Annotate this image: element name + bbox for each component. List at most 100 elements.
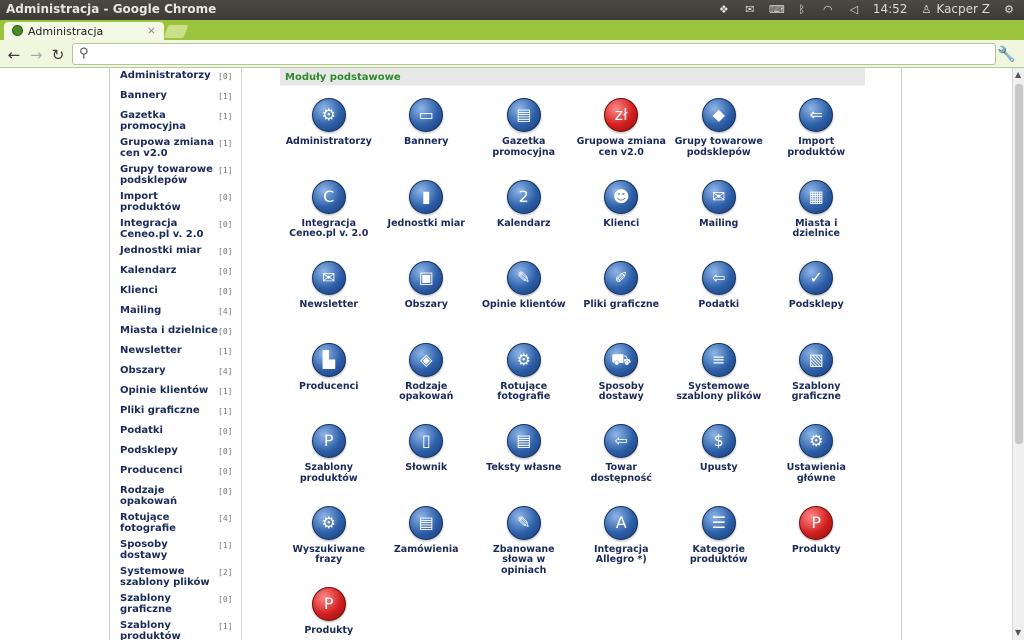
sidebar-item[interactable]: Gazetka promocyjna [1] bbox=[110, 108, 241, 135]
module-tile[interactable]: $ Upusty bbox=[670, 412, 768, 494]
module-tile[interactable]: ▤ Gazetka promocyjna bbox=[475, 86, 573, 168]
sidebar-item[interactable]: Miasta i dzielnice [0] bbox=[110, 323, 241, 343]
module-label[interactable]: Administratorzy bbox=[280, 136, 378, 148]
sidebar-item[interactable]: Administratorzy [0] bbox=[110, 68, 241, 88]
forward-icon[interactable]: → bbox=[27, 46, 45, 64]
browser-tab[interactable]: Administracja × bbox=[4, 22, 164, 40]
sidebar-item[interactable]: Obszary [4] bbox=[110, 363, 241, 383]
import-icon[interactable]: ⇐ bbox=[799, 98, 834, 132]
sidebar-item[interactable]: Szablony produktów [1] bbox=[110, 618, 241, 640]
sidebar-item-label[interactable]: Sposoby dostawy bbox=[120, 539, 218, 561]
sidebar-item-label[interactable]: Szablony graficzne bbox=[120, 593, 218, 615]
module-label[interactable]: Producenci bbox=[280, 381, 378, 393]
sidebar-item[interactable]: Opinie klientów [1] bbox=[110, 383, 241, 403]
module-tile[interactable]: ▙ Producenci bbox=[280, 331, 378, 413]
address-bar[interactable]: ⚲ bbox=[72, 43, 996, 65]
sidebar-item-label[interactable]: Mailing bbox=[120, 305, 218, 320]
user-name[interactable]: Kacper Z bbox=[936, 2, 990, 16]
module-label[interactable]: Zbanowane słowa w opiniach bbox=[475, 544, 573, 577]
sidebar-item[interactable]: Pliki graficzne [1] bbox=[110, 403, 241, 423]
sidebar-item-label[interactable]: Klienci bbox=[120, 285, 218, 300]
module-label[interactable]: Podsklepy bbox=[768, 299, 866, 311]
wifi-icon[interactable]: ◠ bbox=[821, 3, 835, 16]
sidebar-item-label[interactable]: Opinie klientów bbox=[120, 385, 218, 400]
scroll-up-icon[interactable]: ▲ bbox=[1015, 70, 1021, 79]
clients-icon[interactable]: ☻ bbox=[604, 179, 639, 214]
mail-icon[interactable]: ✉ bbox=[743, 3, 757, 16]
taxes-icon[interactable]: ⇦ bbox=[701, 261, 736, 295]
module-tile[interactable]: ✓ Podsklepy bbox=[768, 249, 866, 331]
sidebar-item[interactable]: Systemowe szablony plików [2] bbox=[110, 564, 241, 591]
module-tile[interactable]: ◆ Grupy towarowe podsklepów bbox=[670, 86, 768, 168]
sidebar-item[interactable]: Integracja Ceneo.pl v. 2.0 [0] bbox=[110, 216, 241, 243]
sidebar-item[interactable]: Kalendarz [0] bbox=[110, 263, 241, 283]
sidebar-item[interactable]: Podsklepy [0] bbox=[110, 443, 241, 463]
module-tile[interactable]: P Produkty bbox=[768, 494, 866, 576]
delivery-icon[interactable]: ⛟ bbox=[604, 342, 639, 377]
scroll-down-icon[interactable]: ▼ bbox=[1015, 628, 1021, 637]
calendar-icon[interactable]: 2 bbox=[506, 179, 541, 214]
bluetooth-icon[interactable]: ᛒ bbox=[795, 3, 809, 16]
sidebar-item[interactable]: Klienci [0] bbox=[110, 283, 241, 303]
sidebar-item-label[interactable]: Obszary bbox=[120, 365, 218, 380]
sidebar-item-label[interactable]: Import produktów bbox=[120, 191, 218, 213]
module-label[interactable]: Import produktów bbox=[768, 136, 866, 158]
module-label[interactable]: Systemowe szablony plików bbox=[670, 381, 768, 403]
module-tile[interactable]: ▭ Bannery bbox=[378, 86, 476, 168]
module-tile[interactable]: ✎ Opinie klientów bbox=[475, 249, 573, 331]
sidebar-item-label[interactable]: Kalendarz bbox=[120, 265, 218, 280]
settings-icon[interactable]: ⚙ bbox=[799, 424, 834, 458]
new-tab-button[interactable] bbox=[163, 25, 189, 38]
graphic-templates-icon[interactable]: ▧ bbox=[799, 342, 834, 377]
module-tile[interactable]: A Integracja Allegro *) bbox=[573, 494, 671, 576]
module-tile[interactable]: ✐ Pliki graficzne bbox=[573, 249, 671, 331]
allegro-icon[interactable]: A bbox=[604, 505, 639, 540]
module-label[interactable]: Jednostki miar bbox=[378, 218, 476, 230]
module-label[interactable]: Towar dostępność bbox=[573, 462, 671, 484]
module-tile[interactable]: ⇦ Podatki bbox=[670, 249, 768, 331]
back-icon[interactable]: ← bbox=[5, 46, 23, 64]
opinions-icon[interactable]: ✎ bbox=[506, 261, 541, 295]
volume-icon[interactable]: ◁ bbox=[847, 3, 861, 16]
module-tile[interactable]: ⚙ Ustawienia główne bbox=[768, 412, 866, 494]
module-tile[interactable]: ◈ Rodzaje opakowań bbox=[378, 331, 476, 413]
module-label[interactable]: Szablony graficzne bbox=[768, 381, 866, 403]
sidebar-item[interactable]: Podatki [0] bbox=[110, 423, 241, 443]
sidebar-item-label[interactable]: Jednostki miar bbox=[120, 245, 218, 260]
module-tile[interactable]: P Szablony produktów bbox=[280, 412, 378, 494]
sidebar-item[interactable]: Mailing [4] bbox=[110, 303, 241, 323]
module-label[interactable]: Teksty własne bbox=[475, 462, 573, 474]
sidebar-item-label[interactable]: Grupy towarowe podsklepów bbox=[120, 164, 218, 186]
dictionary-icon[interactable]: ▯ bbox=[409, 424, 444, 458]
sidebar-item-label[interactable]: Bannery bbox=[120, 90, 218, 105]
categories-icon[interactable]: ☰ bbox=[701, 505, 736, 540]
sidebar-item-label[interactable]: Producenci bbox=[120, 465, 218, 480]
module-tile[interactable]: ▮ Jednostki miar bbox=[378, 168, 476, 250]
module-label[interactable]: Podatki bbox=[670, 299, 768, 311]
module-label[interactable]: Bannery bbox=[378, 136, 476, 148]
module-tile[interactable]: ✉ Mailing bbox=[670, 168, 768, 250]
cities-icon[interactable]: ▦ bbox=[799, 179, 834, 214]
file-templates-icon[interactable]: ≡ bbox=[701, 342, 736, 377]
module-label[interactable]: Grupy towarowe podsklepów bbox=[670, 136, 768, 158]
module-label[interactable]: Miasta i dzielnice bbox=[768, 218, 866, 240]
module-label[interactable]: Kalendarz bbox=[475, 218, 573, 230]
module-label[interactable]: Opinie klientów bbox=[475, 299, 573, 311]
module-tile[interactable]: ⇐ Import produktów bbox=[768, 86, 866, 168]
module-label[interactable]: Integracja Ceneo.pl v. 2.0 bbox=[280, 218, 378, 240]
mailing-icon[interactable]: ✉ bbox=[701, 179, 736, 214]
scrollbar[interactable]: ▲ ▼ bbox=[1012, 68, 1024, 640]
products-icon[interactable]: P bbox=[311, 587, 346, 621]
product-groups-icon[interactable]: ◆ bbox=[701, 98, 736, 132]
sidebar-item-label[interactable]: Podatki bbox=[120, 425, 218, 440]
search-phrases-icon[interactable]: ⚙ bbox=[311, 505, 346, 540]
module-label[interactable]: Newsletter bbox=[280, 299, 378, 311]
module-tile[interactable]: ✎ Zbanowane słowa w opiniach bbox=[475, 494, 573, 577]
module-label[interactable]: Wyszukiwane frazy bbox=[280, 544, 378, 566]
ceneo-icon[interactable]: C bbox=[311, 179, 346, 214]
sidebar-item[interactable]: Bannery [1] bbox=[110, 88, 241, 108]
module-tile[interactable]: ▦ Miasta i dzielnice bbox=[768, 168, 866, 250]
banned-words-icon[interactable]: ✎ bbox=[506, 505, 541, 540]
module-tile[interactable]: C Integracja Ceneo.pl v. 2.0 bbox=[280, 168, 378, 250]
sidebar-item[interactable]: Grupy towarowe podsklepów [1] bbox=[110, 162, 241, 189]
